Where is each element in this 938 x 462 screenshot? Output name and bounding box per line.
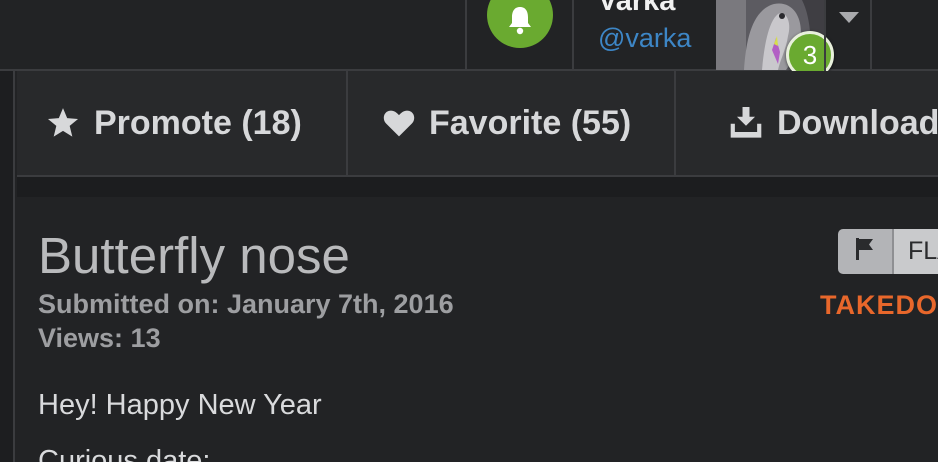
flag-label[interactable]: FLAG — [892, 229, 938, 274]
favorite-button[interactable]: Favorite (55) — [383, 71, 631, 175]
user-handle-link[interactable]: @varka — [598, 22, 691, 54]
flag-icon — [854, 237, 876, 266]
star-icon — [46, 107, 80, 139]
separator-strip — [17, 177, 938, 197]
user-menu-dropdown[interactable] — [826, 0, 872, 71]
flag-button[interactable]: FLAG — [838, 229, 938, 274]
submitted-date: Submitted on: January 7th, 2016 — [38, 289, 454, 319]
user-name[interactable]: Varka — [598, 0, 675, 16]
download-button[interactable]: Download — [729, 71, 938, 175]
header-divider — [870, 0, 872, 71]
submission-title: Butterfly nose — [38, 227, 350, 284]
promote-button[interactable]: Promote (18) — [46, 71, 302, 175]
notifications-button[interactable] — [487, 0, 553, 48]
bell-icon — [506, 5, 534, 40]
takedown-link[interactable]: TAKEDOWN — [820, 290, 938, 321]
description-line: Hey! Happy New Year — [38, 389, 322, 421]
view-count: Views: 13 — [38, 323, 161, 353]
download-icon — [729, 107, 763, 139]
heart-icon — [383, 109, 415, 137]
top-header: Varka @varka 3 — [0, 0, 938, 79]
left-border — [0, 71, 15, 462]
header-divider — [572, 0, 574, 71]
download-label: Download — [777, 103, 938, 142]
header-divider — [465, 0, 467, 71]
action-divider — [674, 71, 676, 175]
action-bar: Promote (18) Favorite (55) Download — [17, 71, 938, 177]
caret-down-icon — [839, 11, 859, 29]
page: Varka @varka 3 Promote (18) Favorite (55… — [0, 0, 938, 462]
flag-icon-button[interactable] — [838, 229, 892, 274]
promote-label: Promote (18) — [94, 103, 302, 142]
action-divider — [346, 71, 348, 175]
description-line: Curious date: — [38, 445, 211, 462]
favorite-label: Favorite (55) — [429, 103, 632, 142]
